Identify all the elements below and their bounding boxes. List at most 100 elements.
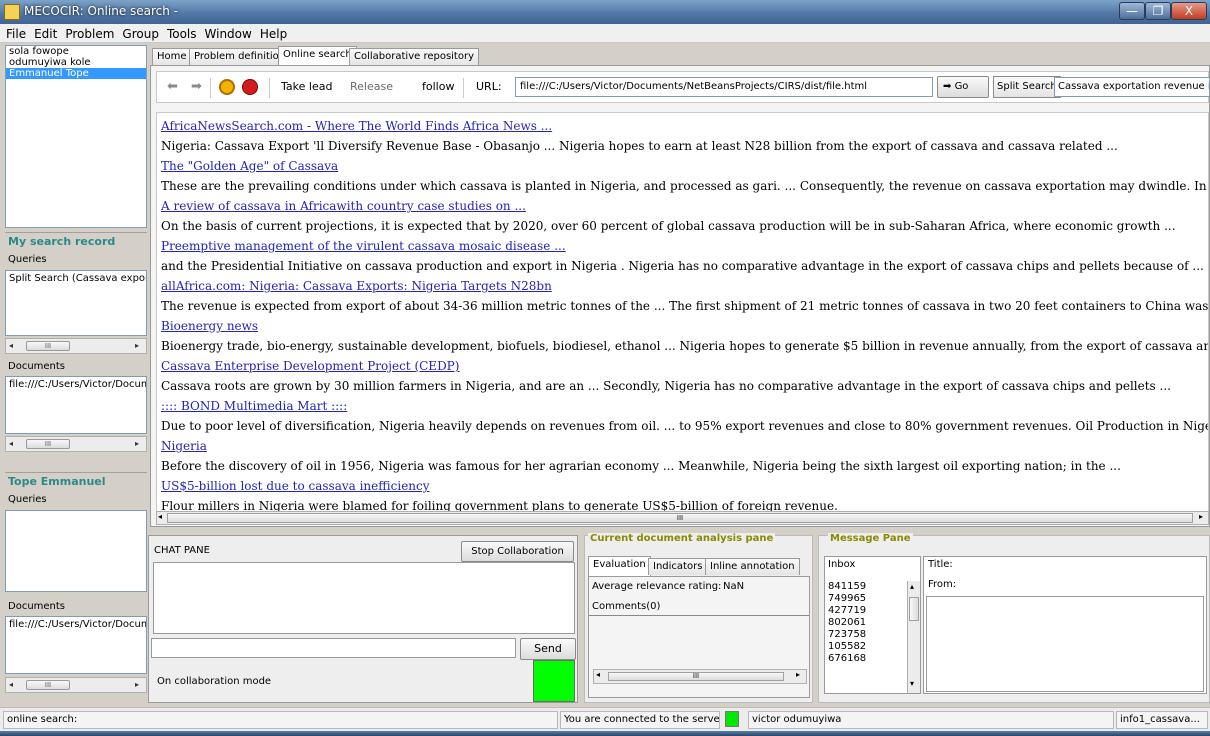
inbox-item[interactable]: 427719 — [825, 605, 920, 617]
scroll-down-icon[interactable]: ▾ — [910, 679, 914, 688]
documents-label: Documents — [8, 361, 66, 372]
split-search-button[interactable]: Split Search — [993, 76, 1061, 98]
message-title-label: Title: — [928, 559, 953, 570]
document-item[interactable]: file:///C:/Users/Victor/Docum — [6, 377, 146, 392]
minimize-button[interactable]: — — [1119, 2, 1145, 20]
user-item[interactable]: sola fowope — [6, 46, 146, 57]
result-snippet: These are the prevailing conditions unde… — [161, 179, 1209, 193]
message-body[interactable] — [926, 596, 1204, 692]
user-item-selected[interactable]: Emmanuel Tope — [6, 68, 146, 79]
document-item[interactable]: file:///C:/Users/Victor/Docum — [6, 617, 146, 632]
results-hscroll[interactable]: ◂ III ▸ — [156, 511, 1209, 525]
tab-problem-definition[interactable]: Problem definition — [189, 48, 291, 66]
close-button[interactable]: X — [1171, 2, 1207, 20]
user-documents-hscroll[interactable]: ◂ III ▸ — [5, 677, 147, 693]
comments-label: Comments(0) — [592, 601, 661, 612]
split-search-input[interactable]: Cassava exportation revenue in nigeria — [1054, 77, 1210, 97]
scroll-thumb[interactable]: III — [26, 439, 70, 449]
chat-input[interactable] — [151, 638, 516, 658]
stop-icon[interactable] — [242, 79, 258, 95]
collaboration-mode-label: On collaboration mode — [157, 676, 272, 687]
scroll-right-icon[interactable]: ▸ — [135, 680, 139, 689]
current-user: victor odumuyiwa — [748, 711, 1114, 729]
tab-evaluation[interactable]: Evaluation — [588, 556, 651, 576]
refresh-icon[interactable] — [219, 79, 235, 95]
menu-group[interactable]: Group — [116, 24, 161, 41]
inbox-vscroll[interactable]: ▴ ▾ — [907, 581, 920, 693]
message-details: Title: From: — [923, 556, 1207, 694]
scroll-left-icon[interactable]: ◂ — [158, 512, 162, 521]
scroll-thumb[interactable]: III — [26, 680, 70, 690]
result-link[interactable]: AfricaNewsSearch.com - Where The World F… — [161, 117, 1204, 137]
query-item[interactable]: Split Search (Cassava export — [6, 271, 146, 286]
user-list: sola fowope odumuyiwa kole Emmanuel Tope — [5, 45, 147, 228]
menu-file[interactable]: File — [0, 24, 28, 41]
scroll-right-icon[interactable]: ▸ — [135, 341, 139, 350]
tab-collaborative-repository[interactable]: Collaborative repository — [349, 48, 480, 66]
menu-help[interactable]: Help — [254, 24, 289, 41]
status-bar: online search: You are connected to the … — [0, 707, 1210, 731]
result-link[interactable]: Preemptive management of the virulent ca… — [161, 237, 1204, 257]
back-icon[interactable]: ⬅ — [167, 80, 181, 93]
result-link[interactable]: Cassava Enterprise Development Project (… — [161, 357, 1204, 377]
inbox-item[interactable]: 723758 — [825, 629, 920, 641]
url-input[interactable]: file:///C:/Users/Victor/Documents/NetBea… — [515, 77, 933, 97]
tab-indicators[interactable]: Indicators — [648, 558, 708, 575]
scroll-right-icon[interactable]: ▸ — [796, 670, 800, 679]
result-link[interactable]: A review of cassava in Africawith countr… — [161, 197, 1204, 217]
my-queries-hscroll[interactable]: ◂ III ▸ — [5, 338, 147, 354]
search-toolbar: ⬅ ➡ Take lead Release follow URL: file:/… — [156, 71, 1210, 103]
forward-icon[interactable]: ➡ — [191, 80, 205, 93]
result-snippet: The revenue is expected from export of a… — [161, 299, 1209, 313]
maximize-button[interactable]: ❐ — [1145, 2, 1171, 20]
go-button[interactable]: ➡ Go — [937, 76, 989, 98]
result-link[interactable]: Bioenergy news — [161, 317, 1204, 337]
evaluation-panel: Average relevance rating: NaN Comments(0… — [588, 576, 810, 698]
result-link[interactable]: US$5-billion lost due to cassava ineffic… — [161, 477, 1204, 497]
arrow-right-icon: ➡ — [943, 81, 955, 92]
evaluation-hscroll[interactable]: ◂ III ▸ — [593, 669, 807, 684]
inbox-item[interactable]: 676168 — [825, 653, 920, 665]
tab-inline-annotation[interactable]: Inline annotation — [705, 558, 800, 575]
tab-online-search[interactable]: Online search — [278, 46, 357, 67]
menu-edit[interactable]: Edit — [28, 24, 59, 41]
analysis-pane-title: Current document analysis pane — [588, 533, 776, 544]
inbox-list: Inbox 841159 749965 427719 802061 723758 1055… — [824, 556, 921, 694]
scroll-thumb[interactable]: III — [167, 513, 1193, 523]
scroll-left-icon[interactable]: ◂ — [9, 439, 13, 448]
scroll-up-icon[interactable]: ▴ — [910, 582, 914, 591]
menu-problem[interactable]: Problem — [59, 24, 116, 41]
scroll-left-icon[interactable]: ◂ — [9, 341, 13, 350]
inbox-item[interactable]: 841159 — [825, 581, 920, 593]
tab-home[interactable]: Home — [152, 48, 192, 66]
inbox-item[interactable]: 802061 — [825, 617, 920, 629]
result-link[interactable]: Nigeria — [161, 437, 1204, 457]
go-label: Go — [954, 81, 969, 92]
scroll-right-icon[interactable]: ▸ — [135, 439, 139, 448]
menu-window[interactable]: Window — [199, 24, 254, 41]
user-item[interactable]: odumuyiwa kole — [6, 57, 146, 68]
divider — [5, 472, 147, 473]
result-link[interactable]: allAfrica.com: Nigeria: Cassava Exports:… — [161, 277, 1204, 297]
send-button[interactable]: Send — [520, 638, 576, 660]
my-search-record-heading: My search record — [8, 235, 116, 248]
result-snippet: Cassava roots are grown by 30 million fa… — [161, 379, 1171, 393]
release-button[interactable]: Release — [350, 80, 393, 93]
stop-collaboration-button[interactable]: Stop Collaboration — [461, 541, 574, 562]
inbox-item[interactable]: 105582 — [825, 641, 920, 653]
take-lead-button[interactable]: Take lead — [281, 80, 332, 93]
scroll-thumb[interactable]: III — [608, 672, 784, 681]
inbox-item[interactable]: 749965 — [825, 593, 920, 605]
result-link[interactable]: :::: BOND Multimedia Mart :::: — [161, 397, 1204, 417]
scroll-right-icon[interactable]: ▸ — [1199, 512, 1203, 521]
menu-tools[interactable]: Tools — [161, 24, 199, 41]
user-queries-list — [5, 510, 147, 592]
follow-button[interactable]: follow — [422, 80, 454, 93]
scroll-thumb[interactable] — [909, 597, 919, 621]
result-link[interactable]: The "Golden Age" of Cassava — [161, 157, 1204, 177]
scroll-left-icon[interactable]: ◂ — [596, 670, 600, 679]
scroll-left-icon[interactable]: ◂ — [9, 680, 13, 689]
status-text: online search: — [3, 711, 558, 729]
my-documents-hscroll[interactable]: ◂ III ▸ — [5, 436, 147, 452]
scroll-thumb[interactable]: III — [26, 341, 70, 351]
